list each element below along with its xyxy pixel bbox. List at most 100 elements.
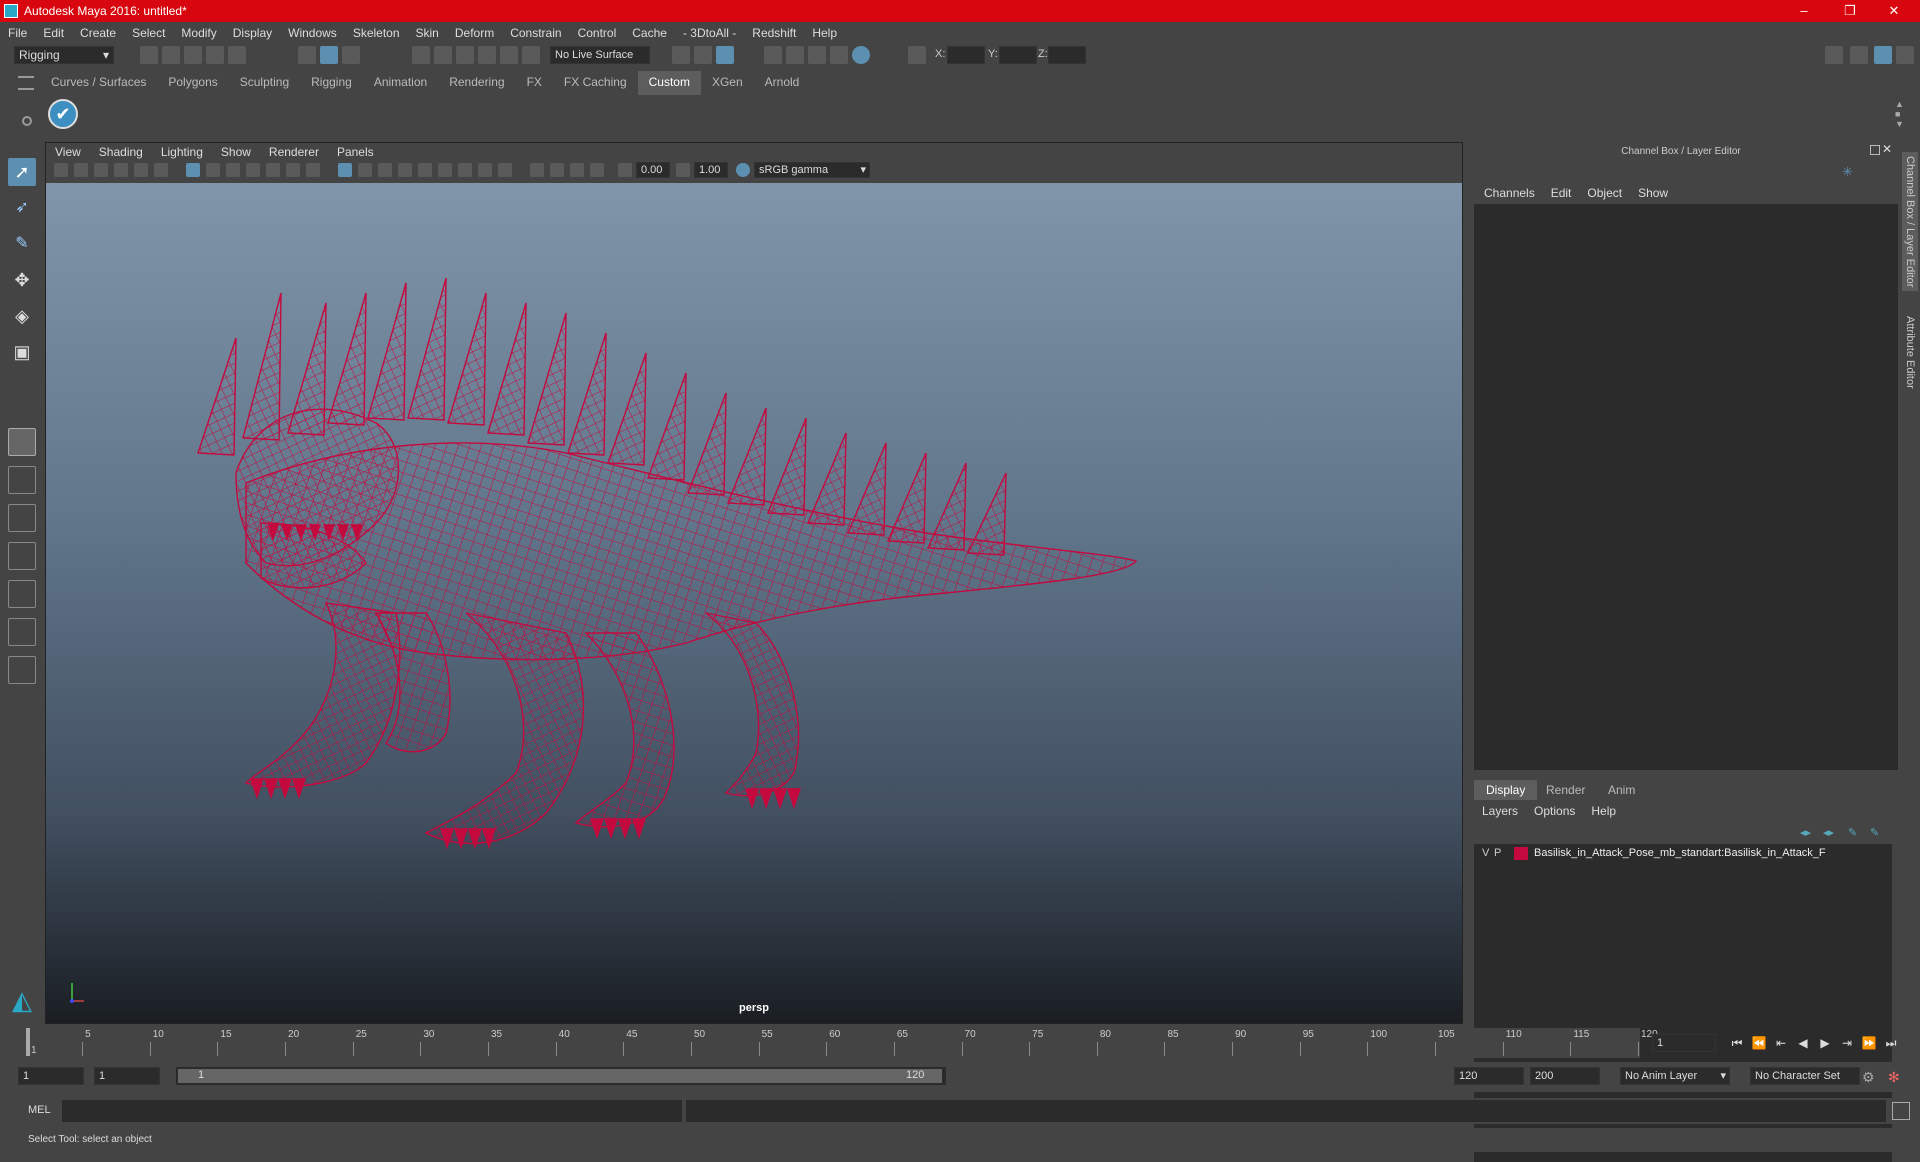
construction-history-icon[interactable] (716, 46, 734, 64)
modeling-toolkit-icon[interactable] (1825, 46, 1843, 64)
animation-end-field[interactable]: 200 (1530, 1067, 1600, 1085)
render-settings-icon[interactable] (764, 46, 782, 64)
tab-rendering[interactable]: Rendering (438, 71, 515, 95)
play-backwards-icon[interactable]: ◀ (1794, 1034, 1812, 1052)
menu-create[interactable]: Create (72, 26, 124, 40)
z-field[interactable] (1048, 46, 1086, 64)
snap-point-icon[interactable] (456, 46, 474, 64)
tab-fx-caching[interactable]: FX Caching (553, 71, 638, 95)
persp-graph-layout-icon[interactable] (8, 542, 36, 570)
smooth-shade-icon[interactable] (358, 163, 372, 177)
step-forward-key-icon[interactable]: ⇥ (1838, 1034, 1856, 1052)
grid-toggle-icon[interactable] (186, 163, 200, 177)
live-surface-field[interactable]: No Live Surface (550, 46, 650, 64)
motion-blur-icon[interactable] (478, 163, 492, 177)
3d-scene[interactable]: persp (46, 183, 1462, 1023)
y-field[interactable] (999, 46, 1037, 64)
transform-mode-icon[interactable] (908, 46, 926, 64)
textured-icon[interactable] (398, 163, 412, 177)
range-slider-handle[interactable]: 1 120 (178, 1069, 942, 1083)
layer-menu-options[interactable]: Options (1526, 804, 1583, 818)
vp-menu-panels[interactable]: Panels (328, 145, 383, 159)
layer-menu-help[interactable]: Help (1583, 804, 1624, 818)
vp-menu-view[interactable]: View (46, 145, 90, 159)
basilisk-wireframe-model[interactable] (46, 183, 1462, 1023)
layer-menu-layers[interactable]: Layers (1474, 804, 1526, 818)
scale-tool-icon[interactable]: ▣ (8, 338, 36, 366)
cb-menu-show[interactable]: Show (1630, 186, 1676, 200)
tab-fx[interactable]: FX (516, 71, 553, 95)
output-ops-icon[interactable] (694, 46, 712, 64)
cb-menu-edit[interactable]: Edit (1543, 186, 1580, 200)
input-ops-icon[interactable] (672, 46, 690, 64)
tab-rigging[interactable]: Rigging (300, 71, 363, 95)
vp-menu-show[interactable]: Show (212, 145, 260, 159)
menu-set-dropdown[interactable]: Rigging ▾ (14, 46, 114, 64)
step-back-frame-icon[interactable]: ⏪ (1750, 1034, 1768, 1052)
layer-color-swatch[interactable] (1514, 847, 1528, 860)
layer-playback-toggle[interactable]: P (1494, 847, 1501, 859)
tab-custom[interactable]: Custom (637, 71, 701, 95)
persp-outliner-layout-icon[interactable] (8, 504, 36, 532)
attribute-editor-toggle-icon[interactable] (1850, 46, 1868, 64)
outliner-layout-icon[interactable] (8, 618, 36, 646)
menu-control[interactable]: Control (570, 26, 625, 40)
script-editor-icon[interactable] (1892, 1102, 1910, 1120)
snap-pivot-icon[interactable] (522, 46, 540, 64)
shelf-menu-icon[interactable] (18, 76, 34, 90)
move-layer-up-icon[interactable]: ◂▸ (1800, 826, 1811, 839)
tab-curves-surfaces[interactable]: Curves / Surfaces (40, 71, 157, 95)
tab-display-layers[interactable]: Display (1474, 780, 1538, 800)
menu-constrain[interactable]: Constrain (502, 26, 569, 40)
gate-mask-icon[interactable] (246, 163, 260, 177)
command-input[interactable] (62, 1100, 682, 1122)
wireframe-icon[interactable] (338, 163, 352, 177)
tab-polygons[interactable]: Polygons (157, 71, 228, 95)
layer-row[interactable]: V P Basilisk_in_Attack_Pose_mb_standart:… (1474, 844, 1892, 864)
camera-attributes-icon[interactable] (74, 163, 88, 177)
layer-name[interactable]: Basilisk_in_Attack_Pose_mb_standart:Basi… (1534, 847, 1826, 859)
gamma-field[interactable]: 1.00 (694, 162, 728, 178)
go-to-end-icon[interactable]: ⏭ (1882, 1034, 1900, 1052)
tab-render-layers[interactable]: Render (1534, 780, 1597, 800)
snap-view-plane-icon[interactable] (478, 46, 496, 64)
close-panel-icon[interactable]: ✕ (1882, 142, 1892, 156)
view-transform-dropdown[interactable]: sRGB gamma ▾ (754, 162, 870, 178)
new-scene-icon[interactable] (140, 46, 158, 64)
menu-windows[interactable]: Windows (280, 26, 345, 40)
vp-menu-renderer[interactable]: Renderer (260, 145, 328, 159)
menu-skeleton[interactable]: Skeleton (345, 26, 408, 40)
menu-cache[interactable]: Cache (624, 26, 675, 40)
paint-select-tool-icon[interactable]: ✎ (8, 230, 36, 258)
tab-arnold[interactable]: Arnold (754, 71, 811, 95)
camera-select-icon[interactable] (54, 163, 68, 177)
animation-preferences-icon[interactable]: ✻ (1888, 1069, 1900, 1086)
animation-start-field[interactable]: 1 (18, 1067, 84, 1085)
auto-key-icon[interactable]: ⚙ (1862, 1069, 1875, 1086)
move-tool-icon[interactable]: ✥ (8, 266, 36, 294)
lasso-tool-icon[interactable]: ➶ (8, 194, 36, 222)
current-time-marker[interactable] (26, 1028, 30, 1056)
step-back-key-icon[interactable]: ⇤ (1772, 1034, 1790, 1052)
field-chart-icon[interactable] (266, 163, 280, 177)
film-gate-icon[interactable] (206, 163, 220, 177)
menu-edit[interactable]: Edit (35, 26, 72, 40)
color-management-icon[interactable] (736, 163, 750, 177)
range-slider-track[interactable]: 1 120 (176, 1067, 946, 1085)
gamma-icon[interactable] (676, 163, 690, 177)
menu-3dtoall[interactable]: - 3DtoAll - (675, 26, 744, 40)
cb-menu-channels[interactable]: Channels (1476, 186, 1543, 200)
tab-sculpting[interactable]: Sculpting (229, 71, 300, 95)
resolution-gate-icon[interactable] (226, 163, 240, 177)
tab-xgen[interactable]: XGen (701, 71, 754, 95)
anim-layer-dropdown[interactable]: No Anim Layer ▾ (1620, 1067, 1730, 1085)
undo-icon[interactable] (206, 46, 224, 64)
menu-redshift[interactable]: Redshift (744, 26, 804, 40)
x-field[interactable] (947, 46, 985, 64)
xray-components-icon[interactable] (590, 163, 604, 177)
channel-box-toggle-icon[interactable] (1874, 46, 1892, 64)
safe-title-icon[interactable] (306, 163, 320, 177)
single-perspective-layout-icon[interactable] (8, 428, 36, 456)
2d-pan-zoom-icon[interactable] (134, 163, 148, 177)
tab-animation[interactable]: Animation (363, 71, 438, 95)
